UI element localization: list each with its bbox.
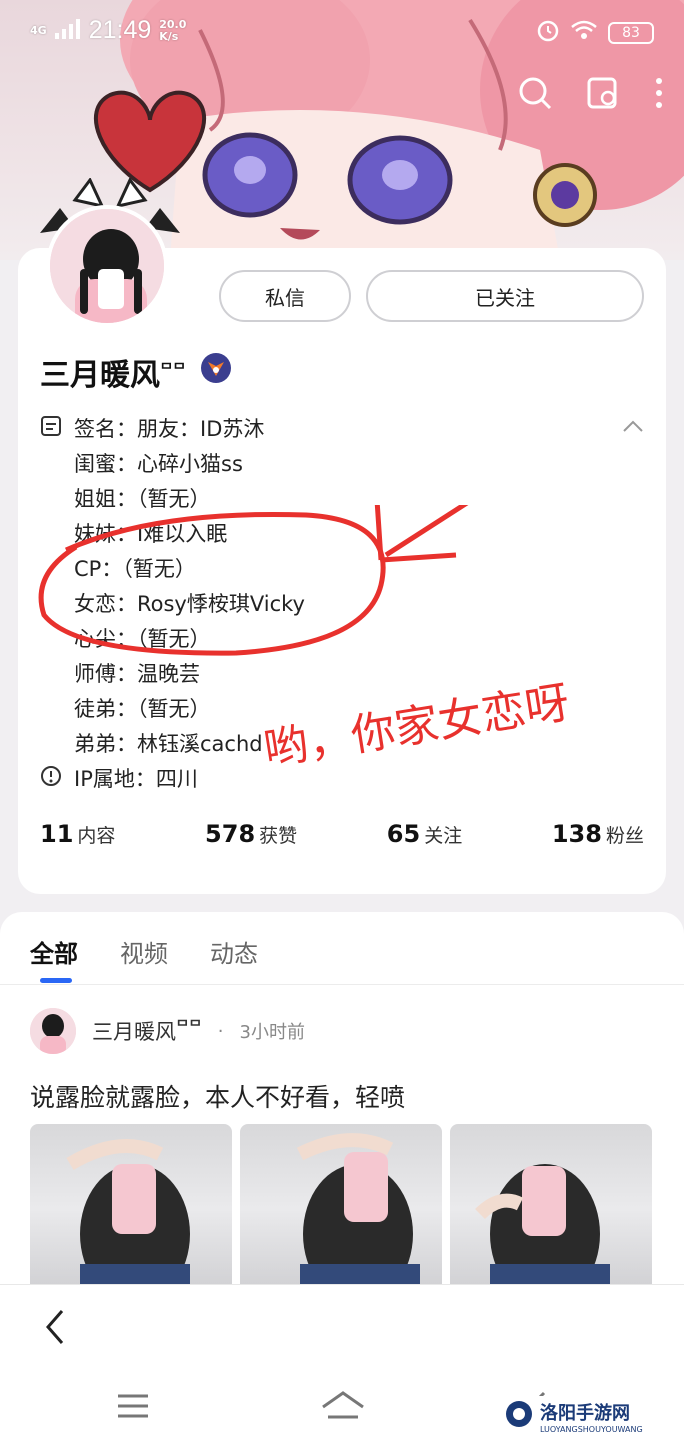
note-icon (40, 413, 64, 448)
profile-name-text: 三月暖风 (40, 358, 160, 393)
fox-badge-icon[interactable] (200, 352, 232, 392)
status-time: 21:49 (88, 16, 152, 44)
post-photo[interactable] (30, 1124, 232, 1294)
post-author[interactable]: 三月暖风ᄆᄆ (92, 1016, 202, 1046)
back-icon[interactable] (40, 1307, 70, 1351)
network-indicator: 4G (30, 23, 47, 37)
chevron-up-icon[interactable] (622, 418, 644, 437)
stat-content[interactable]: 11 内容 (40, 820, 115, 848)
red-circle-annotation (38, 505, 469, 656)
more-options-icon[interactable] (654, 76, 664, 114)
message-button[interactable]: 私信 (219, 270, 351, 322)
info-row-signature: 签名：朋友：ID苏沐 (40, 412, 305, 447)
header-actions (518, 76, 664, 114)
avatar[interactable] (46, 205, 168, 327)
share-card-icon[interactable] (586, 76, 620, 114)
tab-all[interactable]: 全部 (30, 934, 78, 983)
stat-following[interactable]: 65 关注 (387, 820, 462, 848)
network-speed: 20.0 K/s (159, 17, 187, 43)
stat-likes[interactable]: 578 获赞 (205, 820, 297, 848)
watermark-logo-icon (504, 1399, 534, 1433)
post-text: 说露脸就露脸，本人不好看，轻喷 (30, 1083, 406, 1112)
profile-name: 三月暖风ᄆᄆ (40, 350, 232, 394)
level-badge: ᄆᄆ (160, 362, 186, 378)
follow-button[interactable]: 已关注 (366, 270, 644, 322)
search-icon[interactable] (518, 76, 552, 114)
post-header: 三月暖风ᄆᄆ · 3小时前 (30, 1008, 305, 1054)
tab-dynamic[interactable]: 动态 (210, 934, 258, 969)
home-icon[interactable] (320, 1389, 366, 1427)
bottom-bar: 洛阳手游网 LUOYANGSHOUYOUWANG (0, 1284, 684, 1444)
profile-stats: 11 内容 578 获赞 65 关注 138 粉丝 (40, 820, 644, 848)
content-tabs: 全部 视频 动态 (30, 934, 258, 983)
feed-section: 全部 视频 动态 三月暖风ᄆᄆ · 3小时前 说露脸就露脸，本人不好看，轻喷 (0, 912, 684, 1294)
ip-location: IP属地：四川 (40, 762, 305, 797)
post-time: 3小时前 (239, 1022, 305, 1043)
alarm-icon (536, 18, 560, 48)
info-row: 闺蜜：心碎小猫ss (74, 452, 243, 476)
status-bar: 4G 21:49 20.0 K/s 83 (0, 0, 684, 62)
info-circle-icon (40, 763, 64, 798)
site-watermark: 洛阳手游网 LUOYANGSHOUYOUWANG (498, 1396, 678, 1436)
stat-followers[interactable]: 138 粉丝 (552, 820, 644, 848)
tab-video[interactable]: 视频 (120, 934, 168, 969)
post-dot: · (217, 1020, 224, 1042)
post-avatar[interactable] (30, 1008, 76, 1054)
divider (0, 984, 684, 985)
menu-icon[interactable] (116, 1393, 150, 1423)
wifi-icon (570, 19, 598, 47)
post-photo[interactable] (450, 1124, 652, 1294)
signal-icon (54, 17, 81, 45)
battery-indicator: 83 (608, 22, 654, 44)
post-photos (30, 1124, 652, 1294)
post-photo[interactable] (240, 1124, 442, 1294)
